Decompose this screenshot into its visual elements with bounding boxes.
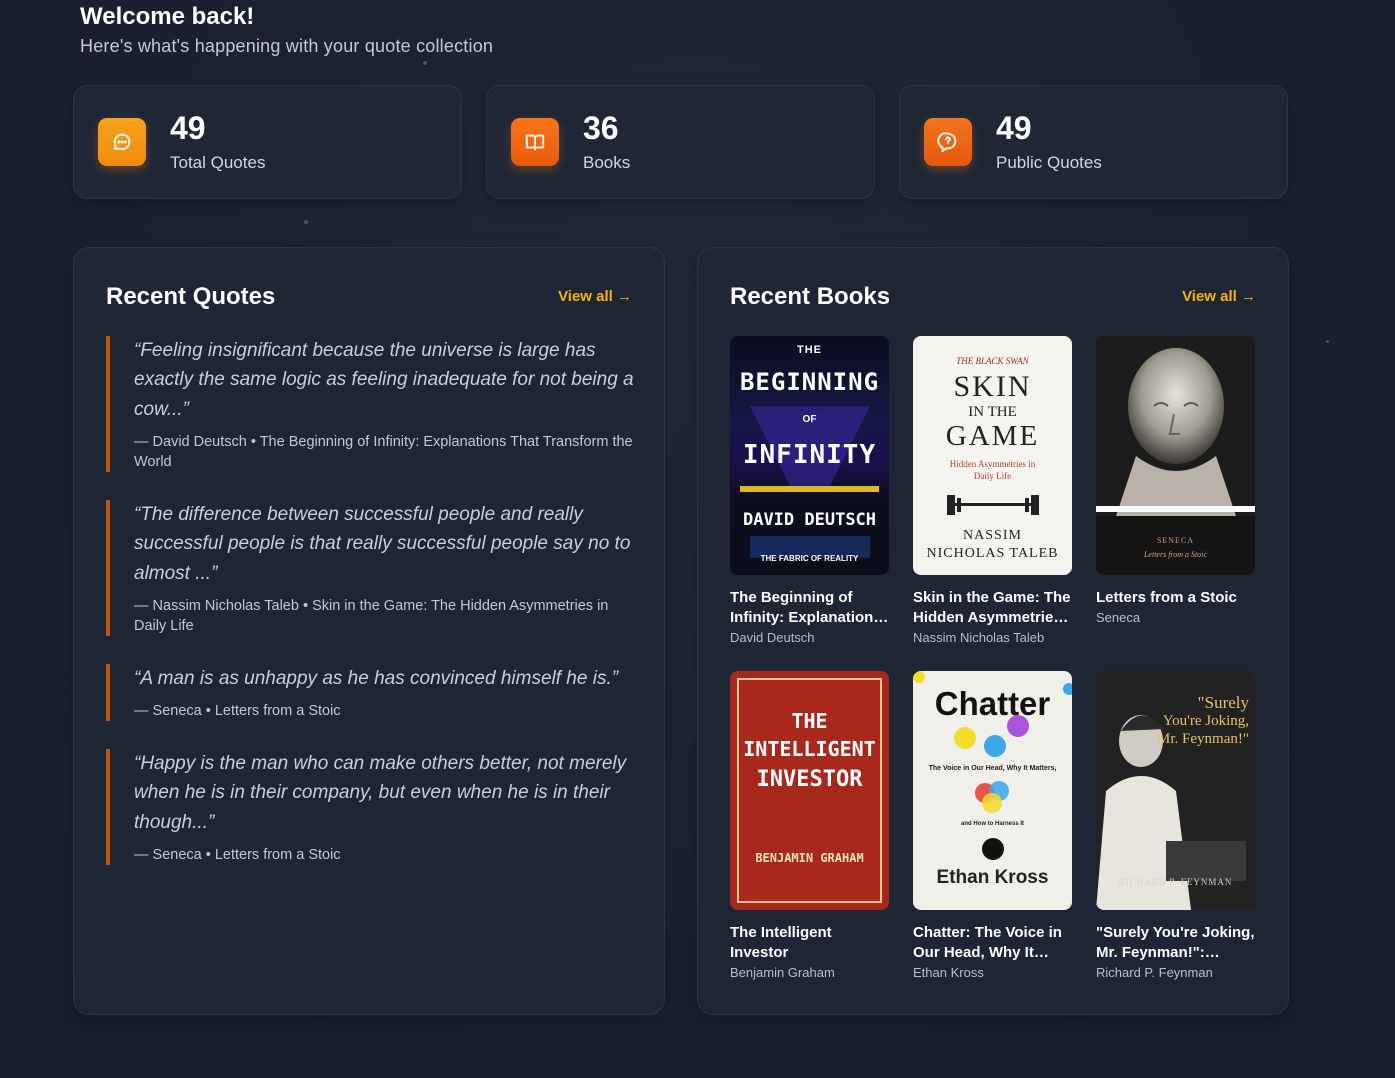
book-card[interactable]: THE BLACK SWAN SKIN IN THE GAME Hidden A… [913,336,1073,645]
cover-text: BEGINNING [739,368,880,396]
cover-text: RICHARD P. FEYNMAN [1118,877,1233,887]
stat-value: 49 [996,110,1032,146]
book-card[interactable]: THE INTELLIGENT INVESTOR BENJAMIN GRAHAM… [730,671,890,980]
stat-value: 49 [170,110,206,146]
stat-value: 36 [583,110,619,146]
book-title: Letters from a Stoic [1096,589,1237,606]
book-author: Seneca [1096,610,1141,625]
quote-item[interactable]: “Feeling insignificant because the unive… [106,336,634,472]
view-all-quotes-link[interactable]: View all → [558,288,632,305]
cover-text: DAVID DEUTSCH [742,510,877,530]
globe-chat-icon [924,118,972,166]
quote-meta: — Seneca • Letters from a Stoic [134,703,341,720]
cover-text: "Surely [1197,693,1249,712]
book-author: Richard P. Feynman [1096,965,1213,980]
cover-text: You're Joking, [1162,713,1249,729]
book-card[interactable]: SENECA Letters from a Stoic Letters from… [1096,336,1256,625]
book-title: The Intelligent Investor [730,924,832,961]
cover-text: Mr. Feynman!" [1157,731,1249,747]
recent-quotes-title: Recent Quotes [106,283,276,310]
quote-text: “Happy is the man who can make others be… [134,753,627,833]
stat-label: Public Quotes [996,153,1102,172]
welcome-header: Welcome back! Here's what's happening wi… [80,4,493,57]
quote-text: “Feeling insignificant because the unive… [134,340,634,420]
quote-item[interactable]: “A man is as unhappy as he has convinced… [106,664,634,722]
cover-text: INFINITY [742,440,877,470]
cover-text: SKIN [953,370,1032,403]
page-title: Welcome back! [80,3,255,30]
barbell-icon [947,495,1039,515]
decor-star [1326,340,1329,343]
decor-star [304,220,308,224]
cover-text: and How to Harness It [960,821,1024,827]
quote-meta: — Seneca • Letters from a Stoic [134,846,341,863]
cover-text: NASSIM [963,528,1022,543]
cover-text: THE BLACK SWAN [956,356,1029,366]
book-author: David Deutsch [730,630,815,645]
recent-books-panel: Recent Books View all → THE BEGINNING OF… [697,247,1289,1015]
cover-text: THE [797,344,822,356]
cover-text: BENJAMIN GRAHAM [755,851,864,865]
book-cover[interactable]: THE BLACK SWAN SKIN IN THE GAME Hidden A… [913,336,1072,575]
cover-text: Letters from a Stoic [1143,550,1208,559]
decor-star [423,61,427,65]
bust-image [1096,336,1255,516]
book-cover[interactable]: THE INTELLIGENT INVESTOR BENJAMIN GRAHAM [730,671,889,910]
cover-text: Ethan Kross [936,867,1049,888]
cover-text: INVESTOR [756,767,863,792]
quote-item[interactable]: “The difference between successful peopl… [106,500,634,636]
recent-quotes-panel: Recent Quotes View all → “Feeling insign… [73,247,665,1015]
book-card[interactable]: THE BEGINNING OF INFINITY DAVID DEUTSCH … [730,336,890,645]
book-cover[interactable]: Chatter The Voice in Our Head, Why It Ma… [913,671,1072,910]
view-all-books-link[interactable]: View all → [1182,288,1256,305]
book-author: Nassim Nicholas Taleb [913,630,1045,645]
stat-card-books: 36 Books [486,85,875,199]
stat-label: Total Quotes [170,153,266,172]
open-book-icon [511,118,559,166]
cover-text: GAME [945,420,1040,452]
cover-text: THE [791,709,828,733]
cover-text: INTELLIGENT [743,737,876,761]
book-title: Skin in the Game: The Hidden Asymmetries… [913,589,1071,626]
book-card[interactable]: "Surely You're Joking, Mr. Feynman!" RIC… [1096,671,1256,980]
quote-item[interactable]: “Happy is the man who can make others be… [106,749,634,865]
stat-label: Books [583,153,631,172]
quote-meta: — Nassim Nicholas Taleb • Skin in the Ga… [134,597,609,634]
cover-stripe [1096,506,1255,512]
book-card[interactable]: Chatter The Voice in Our Head, Why It Ma… [913,671,1073,980]
book-title: "Surely You're Joking, Mr. Feynman!": Ad… [1096,924,1255,961]
cover-text: THE FABRIC OF REALITY [760,554,859,563]
book-title: The Beginning of Infinity: Explanations … [730,589,882,626]
quote-text: “A man is as unhappy as he has convinced… [134,668,619,689]
book-cover[interactable]: THE BEGINNING OF INFINITY DAVID DEUTSCH … [730,336,889,575]
book-title: Chatter: The Voice in Our Head, Why It M… [913,924,1062,961]
quote-meta: — David Deutsch • The Beginning of Infin… [134,433,633,470]
recent-books-title: Recent Books [730,283,891,310]
cover-text: NICHOLAS TALEB [926,546,1059,561]
book-cover[interactable]: "Surely You're Joking, Mr. Feynman!" RIC… [1096,671,1255,910]
cover-text: IN THE [968,404,1017,420]
book-author: Ethan Kross [913,965,984,980]
cover-text: Hidden Asymmetries in Daily Life [949,459,1036,481]
chat-bubble-icon [98,118,146,166]
book-author: Benjamin Graham [730,965,835,980]
stat-card-public-quotes: 49 Public Quotes [899,85,1288,199]
stat-card-total-quotes: 49 Total Quotes [73,85,462,199]
cover-text: OF [802,414,817,425]
quote-text: “The difference between successful peopl… [134,504,631,584]
book-cover[interactable]: SENECA Letters from a Stoic [1096,336,1255,575]
cover-text: SENECA [1156,536,1195,545]
page-subtitle: Here's what's happening with your quote … [80,36,494,56]
cover-text: The Voice in Our Head, Why It Matters, [928,765,1057,772]
